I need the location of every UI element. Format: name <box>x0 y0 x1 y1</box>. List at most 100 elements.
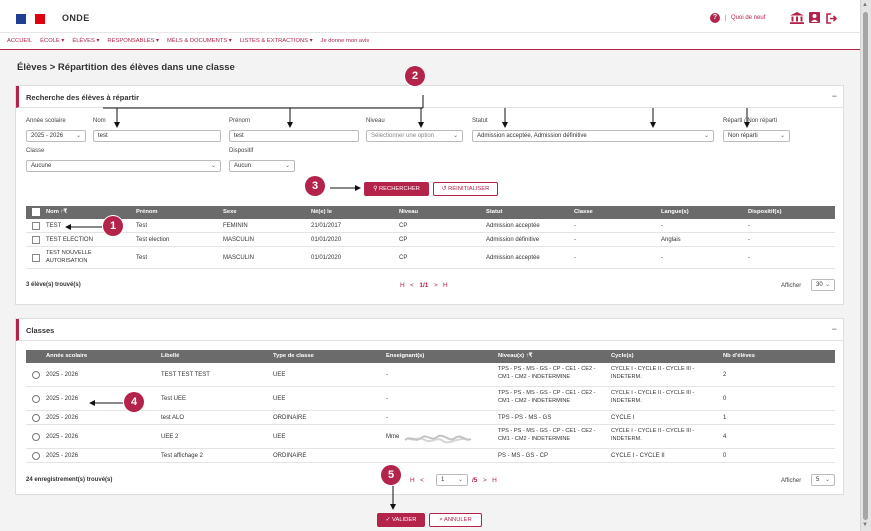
cell-langue: - <box>661 223 663 229</box>
cell-annee: 2025 - 2026 <box>46 372 79 378</box>
table-row[interactable]: TEST NOUVELLE AUTORISATION Test MASCULIN… <box>26 247 835 269</box>
cell-cycles: CYCLE I - CYCLE II - CYCLE III - INDETER… <box>611 366 695 380</box>
chevron-down-icon: ⌄ <box>457 477 463 483</box>
classe-label: Classe <box>26 148 45 154</box>
table-row[interactable]: 2025 - 2026 TEST TEST TEST UEE - TPS - P… <box>26 363 835 387</box>
classes-table-header: Année scolaire Libellé Type de classe En… <box>26 350 835 363</box>
cell-enseignant: Mme <box>386 434 400 440</box>
step-marker-1: 1 <box>103 216 123 236</box>
niveau-select[interactable]: Sélectionner une option ⌄ <box>366 130 463 142</box>
chevron-down-icon: ⌄ <box>284 163 290 169</box>
institution-icon[interactable] <box>790 12 804 24</box>
page-select[interactable]: 1 ⌄ <box>436 474 468 486</box>
row-checkbox[interactable] <box>32 222 40 230</box>
cell-sexe: MASCULIN <box>223 255 255 261</box>
cell-libelle: test ALO <box>161 415 185 421</box>
dispositif-label: Dispositif <box>229 148 254 154</box>
col-cycles: Cycle(s) <box>611 353 634 359</box>
cancel-button[interactable]: × ANNULER <box>429 513 482 527</box>
chevron-down-icon: ⌄ <box>210 163 216 169</box>
nav-item-mels-documents[interactable]: MÉLS & DOCUMENTS ▾ <box>167 38 232 44</box>
next-page-button[interactable]: > <box>434 282 438 289</box>
table-row[interactable]: 2025 - 2026 Test UEE UEE - TPS - PS - MS… <box>26 387 835 411</box>
collapse-classes-button[interactable]: − <box>832 324 837 334</box>
first-page-button[interactable]: H <box>400 282 405 289</box>
show-label: Afficher <box>781 478 802 484</box>
cell-classe: - <box>574 237 576 243</box>
last-page-button[interactable]: H <box>443 282 448 289</box>
annee-label: Année scolaire <box>26 118 66 124</box>
prev-page-button[interactable]: < <box>420 477 424 484</box>
scroll-up-arrow-icon[interactable]: ▲ <box>862 2 868 8</box>
classe-select[interactable]: Aucune ⌄ <box>26 160 221 172</box>
table-row[interactable]: 2025 - 2026 test ALO ORDINAIRE - TPS - P… <box>26 411 835 425</box>
scroll-down-arrow-icon[interactable]: ▼ <box>862 522 868 528</box>
row-checkbox[interactable] <box>32 254 40 262</box>
students-count: 3 élève(s) trouvé(s) <box>26 282 81 288</box>
page-size-select[interactable]: 30 ⌄ <box>811 279 835 291</box>
col-sexe: Sexe <box>223 209 237 215</box>
cell-type: ORDINAIRE <box>273 453 307 459</box>
row-radio[interactable] <box>32 395 40 403</box>
cell-prenom: Test election <box>136 237 170 243</box>
nav-item-accueil[interactable]: ACCUEIL <box>7 38 32 44</box>
statut-label: Statut <box>472 118 488 124</box>
collapse-search-button[interactable]: − <box>832 91 837 101</box>
col-annee: Année scolaire <box>46 353 88 359</box>
cell-statut: Admission acceptée <box>486 255 540 261</box>
validate-button[interactable]: ✓ VALIDER <box>377 513 425 527</box>
col-niveaux[interactable]: Niveau(x) ↑₹ <box>498 353 532 359</box>
table-row[interactable]: TEST ELECTION Test election MASCULIN 01/… <box>26 233 835 247</box>
statut-select[interactable]: Admission acceptée, Admission définitive… <box>472 130 714 142</box>
page-size-select[interactable]: 5 ⌄ <box>811 474 835 486</box>
dispositif-select[interactable]: Aucun ⌄ <box>229 160 295 172</box>
cell-nom: TEST <box>46 223 62 229</box>
table-row[interactable]: TEST Test FEMININ 21/01/2017 CP Admissio… <box>26 219 835 233</box>
whats-new-link[interactable]: Quoi de neuf <box>725 15 765 21</box>
row-radio[interactable] <box>32 433 40 441</box>
row-radio[interactable] <box>32 452 40 460</box>
cell-classe: - <box>574 223 576 229</box>
nav-item-eleves[interactable]: ÉLÈVES ▾ <box>72 38 99 44</box>
prev-page-button[interactable]: < <box>410 282 414 289</box>
last-page-button[interactable]: H <box>492 477 497 484</box>
reparti-select[interactable]: Non réparti ⌄ <box>723 130 790 142</box>
cell-nb: 0 <box>723 396 727 402</box>
cell-dispositif: - <box>748 223 750 229</box>
cell-sexe: FEMININ <box>223 223 248 229</box>
cell-type: UEE <box>273 434 286 440</box>
cell-type: UEE <box>273 396 286 402</box>
cell-libelle: UEE 2 <box>161 434 179 440</box>
annee-select[interactable]: 2025 - 2026 ⌄ <box>26 130 86 142</box>
cell-annee: 2025 - 2026 <box>46 434 79 440</box>
cell-cycles: CYCLE I <box>611 415 635 421</box>
step-marker-3: 3 <box>305 176 325 196</box>
table-row[interactable]: 2025 - 2026 Test affichage 2 ORDINAIRE P… <box>26 449 835 463</box>
first-page-button[interactable]: H <box>410 477 415 484</box>
nav-item-avis[interactable]: Je donne mon avis <box>321 38 370 44</box>
search-button[interactable]: ⚲ RECHERCHER <box>364 182 429 196</box>
marianne-flag-logo <box>16 14 46 24</box>
col-nom[interactable]: Nom ↑₹ <box>46 209 67 215</box>
user-icon[interactable] <box>809 12 820 23</box>
scrollbar-thumb[interactable] <box>863 12 868 520</box>
cell-naissance: 01/01/2020 <box>311 237 342 243</box>
logout-icon[interactable] <box>826 13 838 24</box>
row-radio[interactable] <box>32 371 40 379</box>
cell-nb: 4 <box>723 434 727 440</box>
select-all-checkbox[interactable] <box>32 208 40 216</box>
reset-button[interactable]: ↺ RÉINITIALISER <box>433 182 498 196</box>
nav-item-ecole[interactable]: ÉCOLE ▾ <box>40 38 64 44</box>
prenom-input[interactable]: test <box>229 130 359 142</box>
cell-naissance: 21/01/2017 <box>311 223 342 229</box>
sort-icon: ↑₹ <box>525 353 533 359</box>
row-radio[interactable] <box>32 414 40 422</box>
cell-cycles: CYCLE I - CYCLE II - CYCLE III - INDETER… <box>611 390 695 404</box>
nav-item-responsables[interactable]: RESPONSABLES ▾ <box>107 38 159 44</box>
nav-item-listes-extractions[interactable]: LISTES & EXTRACTIONS ▾ <box>240 38 313 44</box>
cell-libelle: Test UEE <box>161 396 187 402</box>
next-page-button[interactable]: > <box>483 477 487 484</box>
help-icon[interactable]: ? <box>710 13 720 23</box>
row-checkbox[interactable] <box>32 236 40 244</box>
nom-input[interactable]: test <box>93 130 221 142</box>
